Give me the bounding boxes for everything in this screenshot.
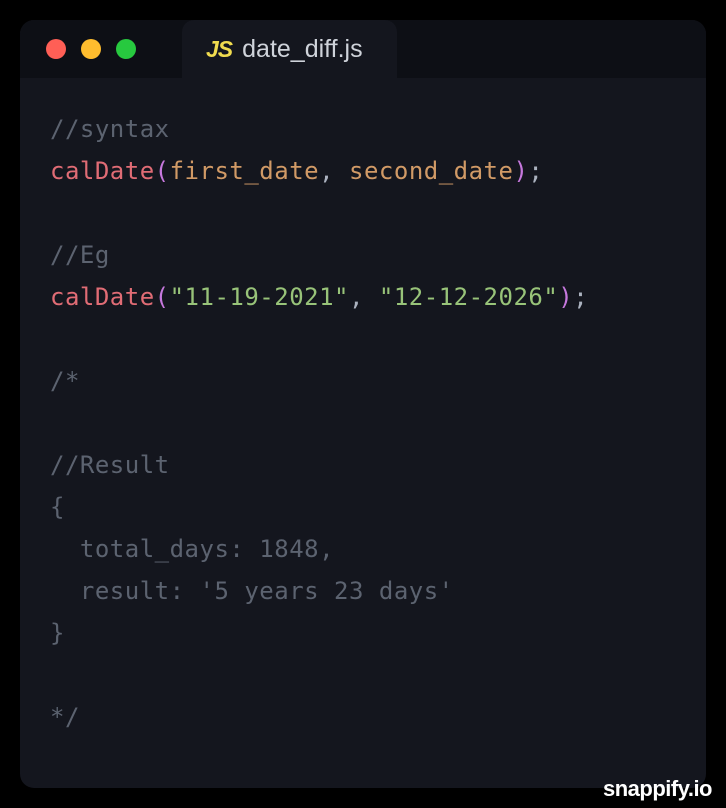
code-comment: } bbox=[50, 619, 65, 647]
code-arg: second_date bbox=[349, 157, 513, 185]
code-paren: ( bbox=[155, 157, 170, 185]
traffic-lights bbox=[20, 39, 162, 59]
code-comment: result: '5 years 23 days' bbox=[50, 577, 454, 605]
maximize-icon[interactable] bbox=[116, 39, 136, 59]
code-arg: first_date bbox=[170, 157, 320, 185]
code-fn: calDate bbox=[50, 283, 155, 311]
code-comment: //Result bbox=[50, 451, 170, 479]
code-string: "11-19-2021" bbox=[170, 283, 349, 311]
code-comment: /* bbox=[50, 367, 80, 395]
titlebar: JS date_diff.js bbox=[20, 20, 706, 78]
code-string: "12-12-2026" bbox=[379, 283, 558, 311]
code-comment: { bbox=[50, 493, 65, 521]
code-comma: , bbox=[319, 157, 349, 185]
code-paren: ( bbox=[155, 283, 170, 311]
code-window: JS date_diff.js //syntax calDate(first_d… bbox=[20, 20, 706, 788]
code-comment: //syntax bbox=[50, 115, 170, 143]
code-paren: ) bbox=[513, 157, 528, 185]
code-fn: calDate bbox=[50, 157, 155, 185]
tab-filename: date_diff.js bbox=[242, 35, 362, 64]
code-comment: //Eg bbox=[50, 241, 110, 269]
minimize-icon[interactable] bbox=[81, 39, 101, 59]
js-file-icon: JS bbox=[206, 36, 232, 63]
code-comment: */ bbox=[50, 703, 80, 731]
code-semi: ; bbox=[573, 283, 588, 311]
file-tab[interactable]: JS date_diff.js bbox=[182, 20, 397, 78]
code-editor[interactable]: //syntax calDate(first_date, second_date… bbox=[20, 78, 706, 768]
code-semi: ; bbox=[528, 157, 543, 185]
code-comma: , bbox=[349, 283, 379, 311]
watermark: snappify.io bbox=[603, 776, 712, 802]
code-paren: ) bbox=[558, 283, 573, 311]
close-icon[interactable] bbox=[46, 39, 66, 59]
code-comment: total_days: 1848, bbox=[50, 535, 334, 563]
